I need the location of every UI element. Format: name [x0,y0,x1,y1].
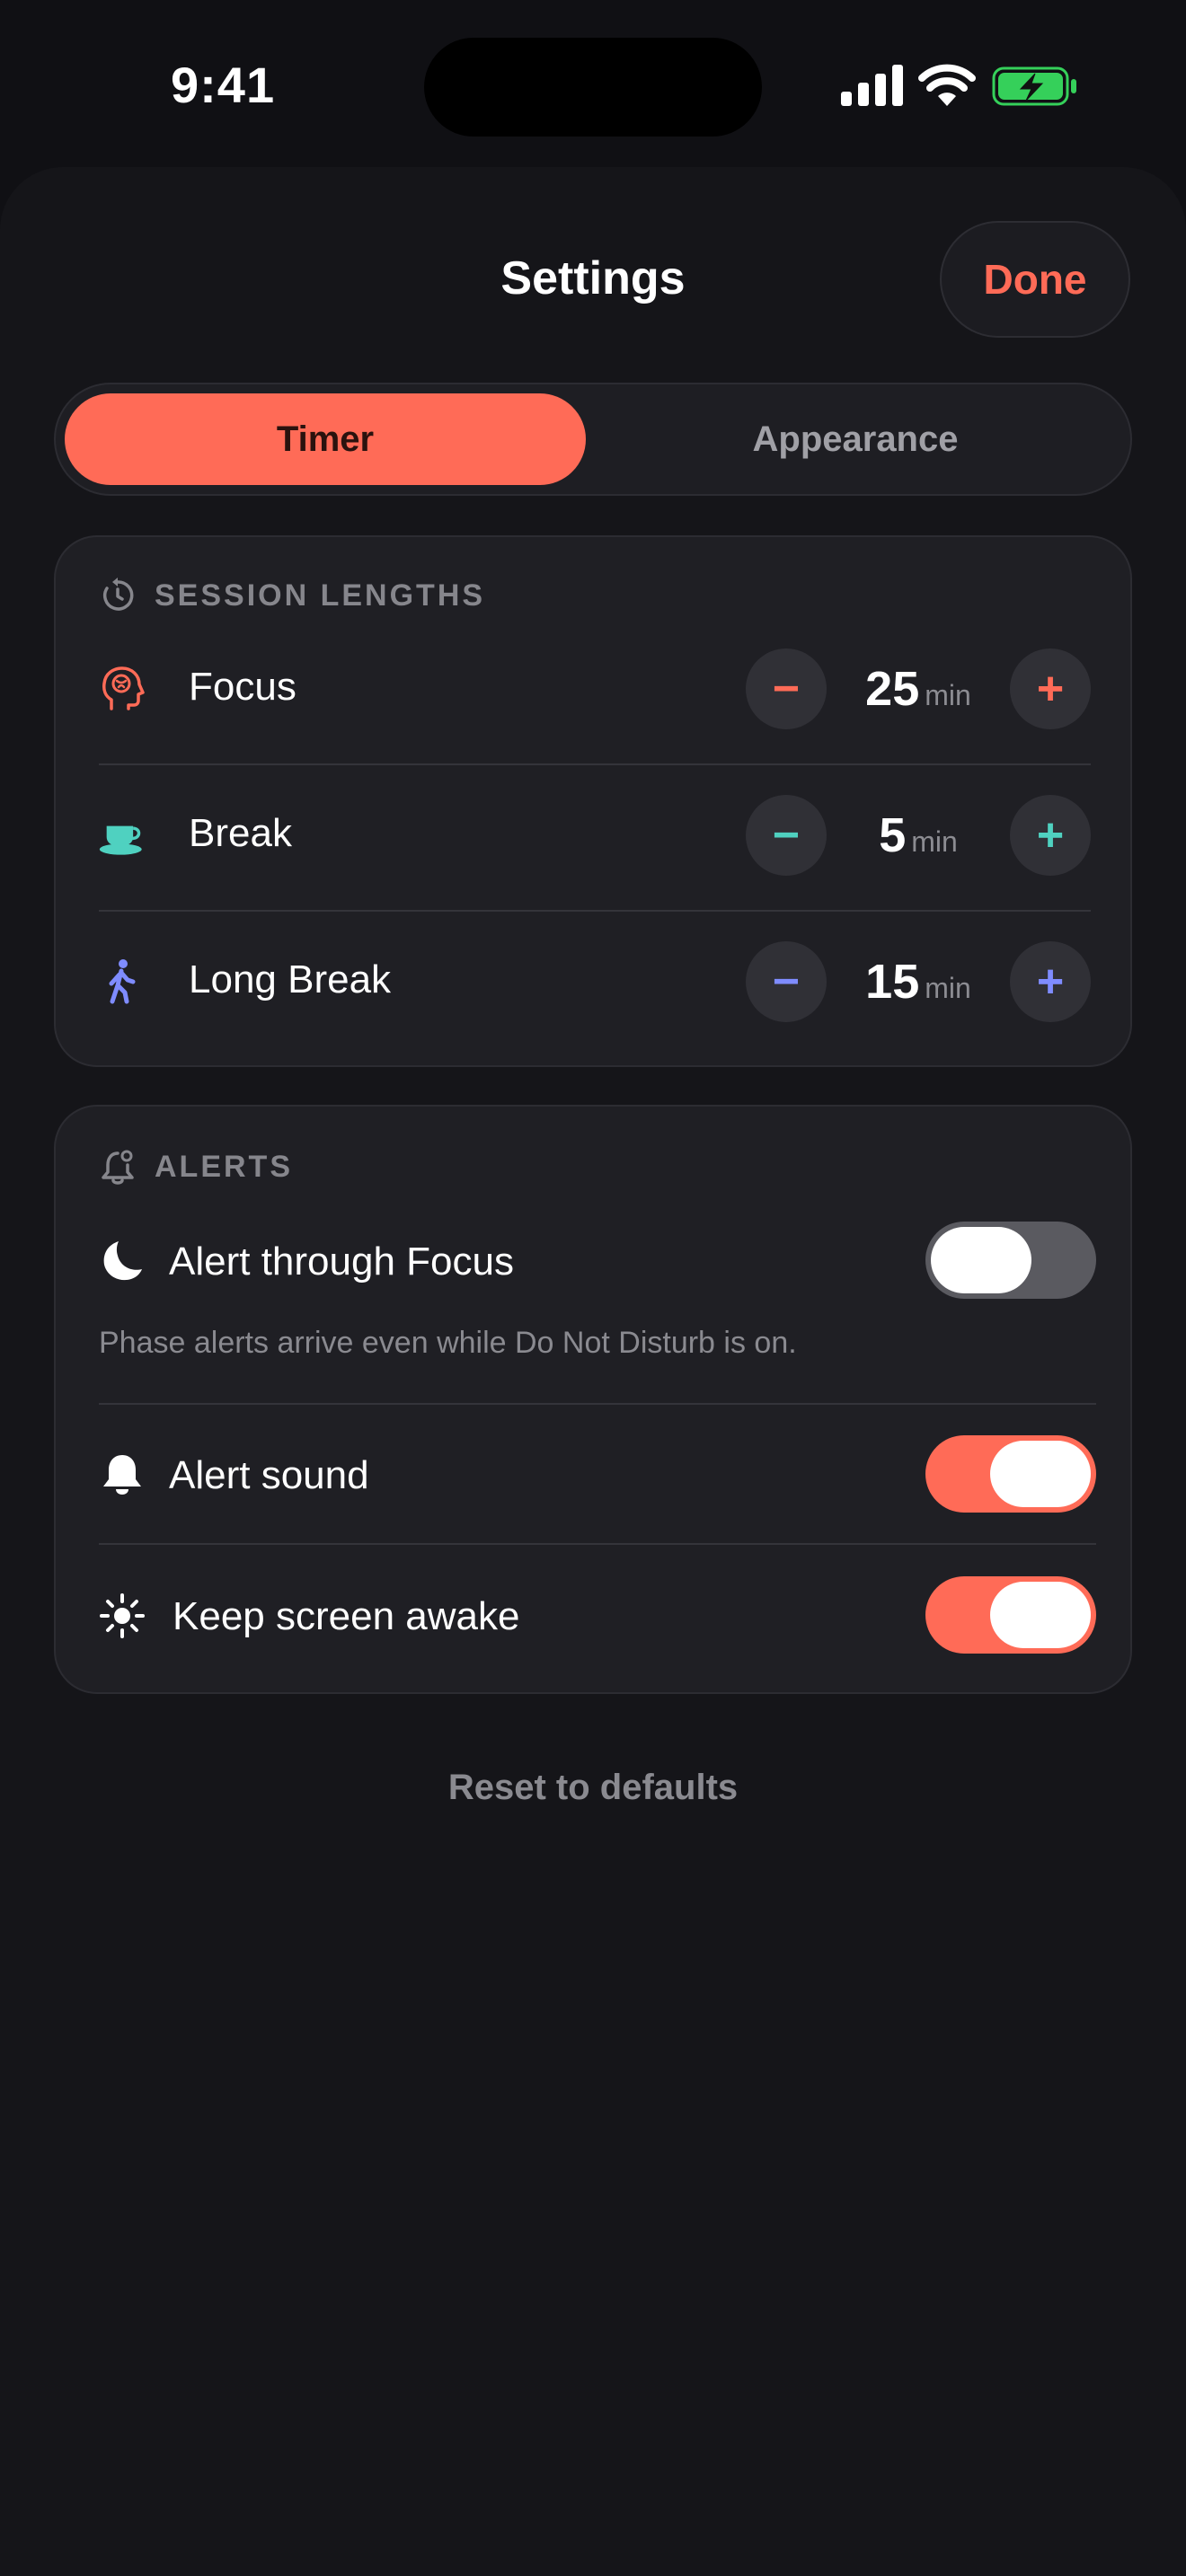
section-label-alerts: ALERTS [155,1149,293,1184]
tab-timer[interactable]: Timer [65,393,586,485]
divider [99,910,1091,912]
focus-increment-button[interactable]: + [1010,648,1091,729]
divider [99,763,1091,765]
session-row-break: Break − 5 min + [99,786,1091,885]
focus-value: 25 min [827,661,1010,717]
alert-through-focus-note: Phase alerts arrive even while Do Not Di… [99,1326,797,1360]
reset-defaults-button[interactable]: Reset to defaults [0,1768,1186,1808]
bell-badge-icon [102,1150,134,1185]
break-value: 5 min [827,807,1010,863]
toggle-knob [931,1227,1031,1293]
focus-decrement-button[interactable]: − [746,648,827,729]
divider [99,1543,1096,1545]
break-decrement-button[interactable]: − [746,795,827,876]
tab-appearance[interactable]: Appearance [595,393,1116,485]
session-label-focus: Focus [189,665,296,709]
segmented-control: Timer Appearance [54,383,1132,496]
sun-icon [100,1593,145,1638]
session-lengths-header: SESSION LENGTHS [99,573,485,618]
status-time: 9:41 [171,57,276,113]
battery-charging-icon [992,66,1076,106]
toggle-knob [990,1441,1091,1507]
done-button[interactable]: Done [940,221,1130,338]
break-increment-button[interactable]: + [1010,795,1091,876]
long-break-minutes: 15 [865,955,920,1009]
session-row-focus: Focus − 25 min + [99,640,1091,738]
alert-row-sound: Alert sound [99,1430,1096,1520]
break-unit: min [911,825,958,858]
long-break-stepper: − 15 min + [746,941,1091,1022]
long-break-value: 15 min [827,954,1010,1010]
alerts-card: ALERTS Alert through Focus Phase alerts … [54,1105,1132,1694]
break-stepper: − 5 min + [746,795,1091,876]
long-break-decrement-button[interactable]: − [746,941,827,1022]
toggle-knob [990,1582,1091,1648]
coffee-cup-icon [99,825,142,855]
alert-through-focus-toggle[interactable] [925,1222,1096,1299]
focus-minutes: 25 [865,662,920,716]
alert-label-sound: Alert sound [169,1453,369,1497]
status-bar: 9:41 [0,0,1186,171]
wifi-icon [918,64,976,106]
walking-figure-icon [109,959,136,1004]
session-label-long-break: Long Break [189,957,392,1001]
long-break-unit: min [925,972,971,1004]
focus-unit: min [925,679,971,711]
alert-row-keep-awake: Keep screen awake [99,1571,1096,1661]
alert-label-through-focus: Alert through Focus [169,1239,514,1284]
focus-stepper: − 25 min + [746,648,1091,729]
timer-reset-icon [102,578,134,611]
divider [99,1403,1096,1405]
section-label-session-lengths: SESSION LENGTHS [155,578,486,613]
session-row-long-break: Long Break − 15 min + [99,932,1091,1031]
alert-label-keep-awake: Keep screen awake [173,1594,520,1638]
long-break-increment-button[interactable]: + [1010,941,1091,1022]
brain-head-icon [102,666,145,710]
alert-sound-toggle[interactable] [925,1435,1096,1513]
cellular-signal-icon [841,65,903,106]
moon-icon [103,1241,142,1281]
keep-screen-awake-toggle[interactable] [925,1576,1096,1654]
alerts-header: ALERTS [99,1144,293,1189]
dynamic-island [424,38,762,137]
bell-icon [103,1455,141,1495]
alert-row-through-focus: Alert through Focus [99,1216,1096,1306]
break-minutes: 5 [879,808,907,862]
session-label-break: Break [189,811,292,855]
session-lengths-card: SESSION LENGTHS Focus − 25min + Break − [54,535,1132,1067]
